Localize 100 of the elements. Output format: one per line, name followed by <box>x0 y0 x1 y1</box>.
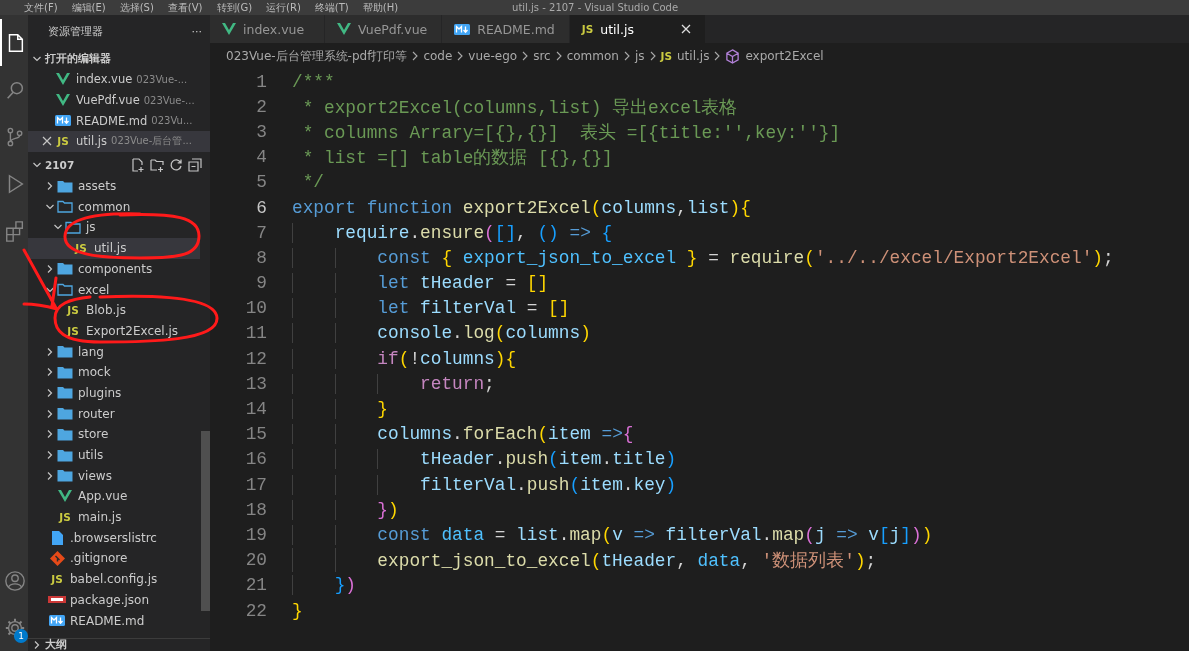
code-line: columns.forEach(item =>{ <box>292 424 634 445</box>
line-number: 4 <box>255 147 267 168</box>
tree-item[interactable]: views <box>28 465 200 487</box>
editor-tab[interactable]: index.vue <box>210 15 325 43</box>
line-number: 21 <box>244 575 267 596</box>
tree-item[interactable]: JS main.js <box>28 506 200 528</box>
breadcrumb-item[interactable]: JS util.js <box>660 49 710 63</box>
section-header[interactable]: 打开的编辑器 <box>28 48 210 69</box>
menu-item[interactable]: 帮助(H) <box>362 0 399 15</box>
tree-item[interactable]: .browserslistrc <box>28 527 200 549</box>
tree-item[interactable]: router <box>28 403 200 424</box>
folder-icon <box>57 469 73 483</box>
chevron-right-icon[interactable] <box>45 408 55 419</box>
vue-icon <box>56 94 70 107</box>
folder-icon <box>57 262 73 276</box>
chevron-right-icon[interactable] <box>45 429 55 440</box>
editor-tab[interactable]: JS util.js <box>569 15 706 43</box>
editor-tab[interactable]: VuePdf.vue <box>325 15 443 43</box>
section-header[interactable]: 2107 <box>28 154 210 176</box>
chevron-right-icon[interactable] <box>45 470 55 481</box>
new-file-icon[interactable] <box>131 158 145 173</box>
menu-item[interactable]: 选择(S) <box>119 0 154 15</box>
open-editor-item[interactable]: README.md 023Vu... <box>28 110 210 132</box>
tree-item[interactable]: JS Blob.js <box>28 299 200 321</box>
line-number: 16 <box>244 449 267 470</box>
line-number: 15 <box>244 424 267 445</box>
tree-item[interactable]: utils <box>28 444 200 466</box>
file-path: 023Vue-后台管... <box>111 134 192 149</box>
breadcrumb-item[interactable]: src <box>533 49 551 63</box>
close-icon[interactable] <box>681 24 691 34</box>
open-editor-item[interactable]: index.vue 023Vue-... <box>28 69 210 90</box>
editor-tab[interactable]: README.md <box>442 15 570 43</box>
more-actions-button[interactable]: ··· <box>191 25 202 38</box>
tree-item[interactable]: JS babel.config.js <box>28 568 200 590</box>
tree-item[interactable]: .gitignore <box>28 548 200 569</box>
tree-item[interactable]: App.vue <box>28 486 200 507</box>
open-editor-item[interactable]: JS util.js 023Vue-后台管... <box>28 131 210 152</box>
tree-item[interactable]: components <box>28 258 200 280</box>
tree-item[interactable]: assets <box>28 175 200 197</box>
open-editor-item[interactable]: VuePdf.vue 023Vue-... <box>28 89 210 111</box>
section-header[interactable]: 大纲 <box>28 638 67 651</box>
menu-item[interactable]: 查看(V) <box>167 0 203 15</box>
line-number: 8 <box>255 247 267 268</box>
js-icon: JS <box>581 23 594 35</box>
tree-item[interactable]: js <box>28 217 200 238</box>
chevron-right-icon[interactable] <box>45 387 55 398</box>
tree-item[interactable]: store <box>28 424 200 445</box>
chevron-right-icon[interactable] <box>32 640 42 650</box>
new-folder-icon[interactable] <box>150 158 164 173</box>
chevron-right-icon[interactable] <box>45 367 55 378</box>
breadcrumb-item[interactable]: js <box>634 49 645 63</box>
code-line: } <box>292 399 389 420</box>
refresh-icon[interactable] <box>169 158 183 173</box>
chevron-right-icon <box>622 51 631 61</box>
scrollbar[interactable] <box>201 431 210 611</box>
menu-item[interactable]: 文件(F) <box>24 0 58 15</box>
close-icon[interactable] <box>42 136 52 147</box>
tree-item[interactable]: README.md <box>28 610 200 631</box>
extensions-icon[interactable] <box>4 219 26 242</box>
code-line: export function export2Excel(columns,list){ <box>292 197 751 218</box>
code-line: if(!columns){ <box>292 348 517 369</box>
section-title: 打开的编辑器 <box>45 51 111 66</box>
vue-icon <box>337 23 351 35</box>
menu-item[interactable]: 转到(G) <box>216 0 253 15</box>
breadcrumb-item[interactable]: 023Vue-后台管理系统-pdf打印等 <box>226 47 408 65</box>
menu-item[interactable]: 运行(R) <box>266 0 301 15</box>
tree-item[interactable]: mock <box>28 361 200 383</box>
menu-item[interactable]: 终端(T) <box>314 0 349 15</box>
chevron-right-icon[interactable] <box>45 346 55 357</box>
tree-item[interactable]: common <box>28 196 200 218</box>
breadcrumb-item[interactable]: export2Excel <box>725 48 824 64</box>
section-title: 2107 <box>45 159 75 172</box>
tree-item[interactable]: lang <box>28 341 200 362</box>
tree-item[interactable]: plugins <box>28 382 200 404</box>
js-icon: JS <box>57 135 69 148</box>
code-line: * list =[] table的数据 [{},{}] <box>301 147 613 170</box>
breadcrumb-item[interactable]: vue-ego <box>468 49 518 63</box>
line-number: 1 <box>255 71 267 92</box>
tree-item[interactable]: excel <box>28 279 200 300</box>
tree-item[interactable]: JS Export2Excel.js <box>28 320 200 342</box>
chevron-right-icon[interactable] <box>45 263 55 274</box>
folder-icon <box>57 179 73 193</box>
chevron-right-icon[interactable] <box>45 181 55 192</box>
js-icon: JS <box>67 324 79 337</box>
window-title: util.js - 2107 - Visual Studio Code <box>512 2 679 13</box>
collapse-icon[interactable] <box>188 158 202 173</box>
menu-item[interactable]: 编辑(E) <box>71 0 106 15</box>
tree-item[interactable]: package.json <box>28 589 200 611</box>
chevron-right-icon <box>411 51 420 61</box>
breadcrumb-item[interactable]: code <box>423 49 453 63</box>
folder-icon <box>57 407 73 421</box>
section-title: 大纲 <box>45 638 67 651</box>
folder-icon <box>57 345 73 359</box>
code-line: /*** <box>292 71 335 92</box>
account-icon[interactable] <box>4 569 26 592</box>
breadcrumb-item[interactable]: common <box>566 49 619 63</box>
package-icon <box>48 596 66 604</box>
code-line: * columns Arrary=[{},{}] 表头 =[{title:'',key:''}] <box>301 121 841 144</box>
line-number: 2 <box>255 96 267 117</box>
chevron-right-icon[interactable] <box>45 450 55 461</box>
